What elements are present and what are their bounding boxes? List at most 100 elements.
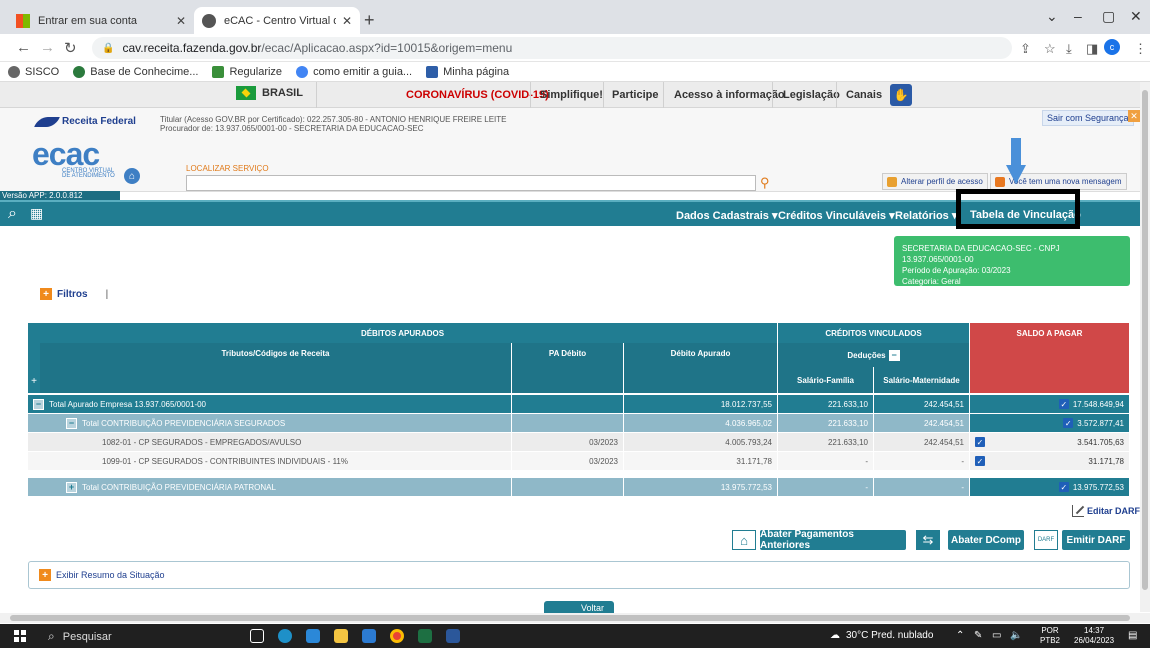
- volume-icon[interactable]: 🔈: [1010, 630, 1022, 641]
- weather-label[interactable]: 30°C Pred. nublado: [846, 630, 933, 641]
- canais-link[interactable]: Canais: [846, 89, 882, 101]
- row-desc: Total CONTRIBUIÇÃO PREVIDENCIÁRIA SEGURA…: [82, 418, 286, 428]
- new-tab-icon[interactable]: +: [364, 10, 375, 31]
- checkbox-checked-icon[interactable]: ✓: [1063, 418, 1074, 428]
- edit-icon: [1072, 505, 1084, 517]
- participe-link[interactable]: Participe: [612, 89, 658, 101]
- sair-button[interactable]: Sair com Segurança: [1042, 110, 1134, 126]
- exibir-resumo-toggle[interactable]: + Exibir Resumo da Situação: [28, 561, 1130, 589]
- brasil-link[interactable]: BRASIL: [236, 86, 303, 100]
- abater-dcomp-button[interactable]: Abater DComp: [948, 530, 1024, 550]
- collapse-icon[interactable]: −: [33, 398, 44, 410]
- tab-entrar[interactable]: Entrar em sua conta ✕: [8, 7, 194, 34]
- collapse-icon[interactable]: −: [888, 349, 900, 361]
- collapse-icon[interactable]: −: [66, 417, 77, 429]
- voltar-button[interactable]: Voltar: [544, 601, 614, 613]
- horizontal-scrollbar[interactable]: [0, 613, 1150, 623]
- share-icon[interactable]: ⇪: [1020, 41, 1031, 57]
- accessibility-icon[interactable]: ✋: [890, 84, 912, 106]
- menu-relatorios[interactable]: Relatórios ▾: [895, 209, 957, 222]
- search-icon[interactable]: ⌕: [8, 205, 17, 223]
- filtros-toggle[interactable]: + Filtros |: [40, 288, 108, 300]
- emitir-darf-button[interactable]: Emitir DARF: [1062, 530, 1130, 550]
- acesso-informacao-link[interactable]: Acesso à informação: [674, 89, 785, 101]
- bookmark-minha-pagina[interactable]: Minha página: [426, 65, 509, 78]
- expand-all-icon[interactable]: +: [28, 375, 40, 387]
- close-tab-icon[interactable]: ✕: [342, 14, 352, 28]
- checkbox-checked-icon[interactable]: ✓: [975, 437, 985, 447]
- sidepanel-icon[interactable]: ◨: [1086, 41, 1098, 57]
- edge-icon[interactable]: [278, 629, 292, 643]
- abater-pagamentos-button[interactable]: Abater Pagamentos Anteriores: [760, 529, 906, 551]
- bookmark-base[interactable]: Base de Conhecime...: [73, 65, 198, 78]
- bookmark-guia[interactable]: como emitir a guia...: [296, 65, 412, 78]
- page-icon: [426, 65, 439, 78]
- alterar-perfil-button[interactable]: Alterar perfil de acesso: [882, 173, 988, 190]
- mail-icon: [995, 176, 1005, 187]
- back-icon[interactable]: ←: [16, 39, 31, 56]
- vertical-scrollbar[interactable]: [1140, 82, 1150, 612]
- profile-avatar[interactable]: c: [1104, 39, 1120, 55]
- taskbar-search[interactable]: ⌕ Pesquisar: [48, 629, 112, 644]
- url-input[interactable]: 🔒 cav.receita.fazenda.gov.br/ecac/Aplica…: [92, 37, 1012, 59]
- grid-icon[interactable]: ▦: [30, 205, 43, 222]
- close-tab-icon[interactable]: ✕: [176, 14, 186, 28]
- checkbox-checked-icon[interactable]: ✓: [975, 456, 985, 466]
- maximize-icon[interactable]: ▢: [1102, 8, 1115, 25]
- localizar-servico-input[interactable]: [186, 175, 756, 191]
- exit-icon[interactable]: ✕: [1128, 110, 1140, 122]
- expand-icon[interactable]: +: [66, 481, 77, 493]
- scrollbar-thumb[interactable]: [10, 615, 1130, 621]
- language-indicator[interactable]: POR PTB2: [1040, 626, 1060, 646]
- receita-federal-logo[interactable]: Receita Federal: [34, 116, 136, 127]
- excel-icon[interactable]: [418, 629, 432, 643]
- menu-dados-cadastrais[interactable]: Dados Cadastrais ▾: [676, 209, 778, 222]
- menu-creditos-vinculaveis[interactable]: Créditos Vinculáveis ▾: [778, 209, 895, 222]
- word-icon[interactable]: [446, 629, 460, 643]
- minimize-icon[interactable]: –: [1074, 8, 1082, 24]
- editar-label: Editar DARF: [1087, 506, 1141, 516]
- reload-icon[interactable]: ↻: [64, 39, 77, 57]
- address-bar: ← → ↻ 🔒 cav.receita.fazenda.gov.br/ecac/…: [0, 34, 1150, 62]
- clock[interactable]: 14:37 26/04/2023: [1074, 626, 1114, 646]
- bookmark-sisco[interactable]: SISCO: [8, 65, 59, 78]
- categoria-line: Categoria: Geral: [902, 277, 961, 286]
- row-desc-cell: − Total Apurado Empresa 13.937.065/0001-0…: [28, 395, 512, 413]
- tab-ecac[interactable]: eCAC - Centro Virtual de Atendimento ✕: [194, 7, 360, 34]
- task-view-icon[interactable]: [250, 629, 264, 643]
- forward-icon[interactable]: →: [40, 39, 55, 56]
- chrome-icon[interactable]: [390, 629, 404, 643]
- editar-darf-link[interactable]: Editar DARF: [1072, 505, 1140, 517]
- folder-icon[interactable]: [334, 629, 348, 643]
- star-icon[interactable]: ☆: [1044, 41, 1056, 57]
- weather-icon[interactable]: ☁: [830, 630, 840, 641]
- covid-link[interactable]: CORONAVÍRUS (COVID-19): [406, 89, 549, 101]
- store-icon[interactable]: [306, 629, 320, 643]
- checkbox-checked-icon[interactable]: ✓: [1058, 482, 1069, 492]
- pen-icon[interactable]: ✎: [974, 630, 982, 641]
- bookmark-regularize[interactable]: Regularize: [212, 65, 282, 78]
- legislacao-link[interactable]: Legislação: [783, 89, 840, 101]
- tab-list-icon[interactable]: ⌄: [1046, 8, 1058, 25]
- scrollbar-thumb[interactable]: [1142, 90, 1148, 590]
- lang2: PTB2: [1040, 636, 1061, 645]
- divider: [836, 82, 837, 108]
- tray-chevron-icon[interactable]: ⌃: [956, 630, 964, 641]
- ecac-logo[interactable]: ecac CENTRO VIRTUAL DE ATENDIMENTO: [32, 138, 115, 180]
- menu-icon[interactable]: ⋮: [1134, 41, 1147, 57]
- download-icon[interactable]: ⤓: [1066, 41, 1072, 57]
- checkbox-checked-icon[interactable]: ✓: [1058, 399, 1069, 409]
- search-icon[interactable]: ⚲: [760, 175, 770, 191]
- divider: |: [105, 288, 109, 300]
- windows-start-icon[interactable]: [14, 630, 26, 642]
- logo-text: Receita Federal: [62, 116, 136, 127]
- titular-info: Titular (Acesso GOV.BR por Certificado):…: [160, 115, 507, 133]
- home-icon[interactable]: ⌂: [124, 168, 140, 184]
- simplifique-link[interactable]: Simplifique!: [540, 89, 603, 101]
- header-deducoes[interactable]: Deduções −: [778, 343, 970, 367]
- close-window-icon[interactable]: ✕: [1130, 8, 1142, 25]
- mail-icon[interactable]: [362, 629, 376, 643]
- browser-tab-bar: Entrar em sua conta ✕ eCAC - Centro Virt…: [0, 0, 1150, 34]
- notifications-icon[interactable]: ▤: [1128, 630, 1137, 641]
- network-icon[interactable]: ▭: [992, 630, 1001, 641]
